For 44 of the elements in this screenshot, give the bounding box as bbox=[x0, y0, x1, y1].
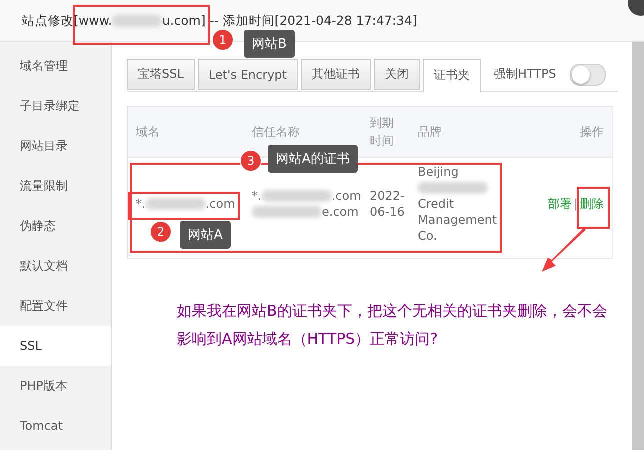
question-text: 如果我在网站B的证书夹下，把这个无相关的证书夹删除，会不会影响到A网站域名（HTTPS）正常访问? bbox=[177, 301, 608, 350]
expiry-date: 2022- 06-16 bbox=[370, 188, 406, 220]
tab[interactable]: 其他证书 bbox=[301, 59, 371, 90]
column-header: 信任名称 bbox=[252, 124, 301, 141]
brand-text: Credit Management Co. bbox=[418, 196, 498, 244]
blurred-text-placeholder bbox=[112, 15, 162, 27]
tab[interactable]: 宝塔SSL bbox=[127, 59, 195, 90]
sidebar-item[interactable]: 子目录绑定 bbox=[0, 86, 111, 126]
sidebar-item[interactable]: 网站目录 bbox=[0, 126, 111, 166]
sidebar-item[interactable]: 伪静态 bbox=[0, 206, 111, 246]
column-header: 域名 bbox=[135, 124, 161, 141]
trust-name-text: e.com bbox=[322, 204, 359, 220]
trust-name-text: *. bbox=[252, 188, 262, 204]
blurred-text-placeholder bbox=[252, 206, 322, 218]
annotation-tooltip: 网站A bbox=[180, 221, 231, 249]
trust-name-text: .com bbox=[332, 188, 362, 204]
annotation-tooltip: 网站A的证书 bbox=[268, 145, 358, 173]
sidebar-item[interactable]: 域名管理 bbox=[0, 46, 111, 86]
force-https-label: 强制HTTPS bbox=[494, 66, 556, 83]
window-title: u.com] -- 添加时间[2021-04-28 17:47:34] bbox=[162, 14, 418, 28]
domain-text: *. bbox=[136, 196, 146, 212]
tab[interactable]: 关闭 bbox=[374, 59, 420, 90]
blurred-text-placeholder bbox=[418, 182, 488, 194]
annotation-tooltip: 网站B bbox=[244, 30, 295, 58]
column-header: 品牌 bbox=[418, 124, 443, 141]
sidebar-item[interactable]: PHP版本 bbox=[0, 366, 111, 406]
blurred-text-placeholder bbox=[262, 190, 332, 202]
sidebar-item[interactable]: 默认文档 bbox=[0, 246, 111, 286]
highlight-box bbox=[577, 187, 610, 229]
sidebar-item[interactable]: 流量限制 bbox=[0, 166, 111, 206]
tab[interactable]: Let's Encrypt bbox=[198, 59, 298, 90]
sidebar-item[interactable]: SSL bbox=[0, 326, 111, 366]
column-header: 操作 bbox=[579, 124, 605, 141]
window-title: 站点修改[www. bbox=[22, 14, 112, 28]
domain-text: .com bbox=[206, 196, 236, 212]
tab[interactable]: 证书夹 bbox=[423, 58, 481, 92]
step-number-badge: 2 bbox=[150, 221, 172, 243]
sidebar-item[interactable]: Tomcat bbox=[0, 406, 111, 446]
sidebar-item[interactable]: 配置文件 bbox=[0, 286, 111, 326]
toggle-switch[interactable] bbox=[570, 64, 606, 86]
separator-text: | bbox=[574, 196, 578, 212]
brand-text: Beijing bbox=[418, 164, 460, 180]
blurred-text-placeholder bbox=[146, 198, 206, 210]
column-header: 到期时间 bbox=[370, 115, 395, 150]
